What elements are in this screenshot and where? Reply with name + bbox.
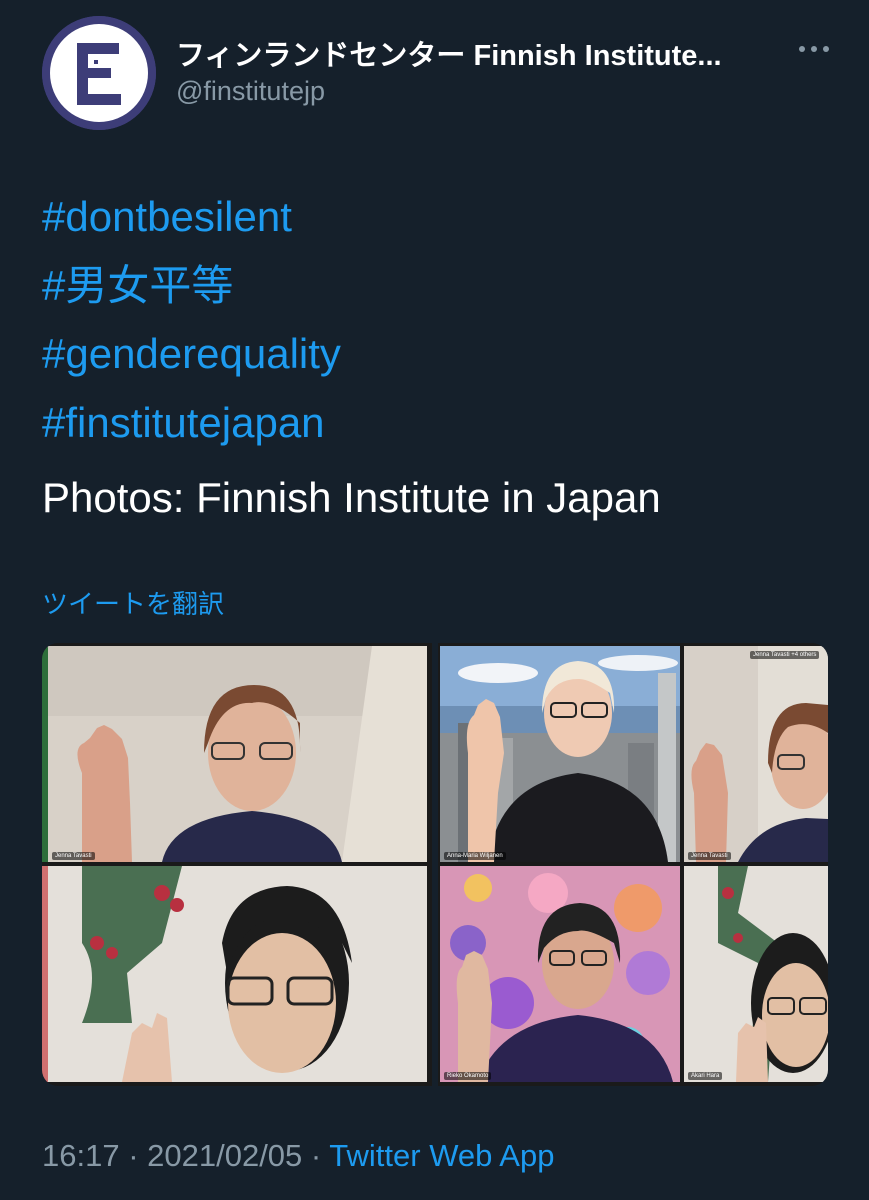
photo-1[interactable]: Jenna Tavasti (42, 643, 432, 1086)
tweet-time[interactable]: 16:17 (42, 1138, 120, 1173)
user-handle[interactable]: @finstitutejp (176, 76, 325, 107)
hashtag-list: #dontbesilent #男女平等 #genderequality #fin… (42, 183, 341, 457)
participant-name-label: Jenna Tavasti (52, 852, 95, 860)
tweet-date[interactable]: 2021/02/05 (147, 1138, 302, 1173)
more-options-button[interactable] (792, 34, 836, 64)
participants-banner: Jenna Tavasti +4 others (750, 651, 820, 659)
hashtag-link[interactable]: #finstitutejapan (42, 389, 341, 458)
hashtag-link[interactable]: #dontbesilent (42, 183, 341, 252)
hashtag-link[interactable]: #genderequality (42, 320, 341, 389)
tweet-meta: 16:17 · 2021/02/05 · Twitter Web App (42, 1138, 554, 1174)
tweet-source-link[interactable]: Twitter Web App (329, 1138, 554, 1173)
hashtag-link[interactable]: #男女平等 (42, 252, 341, 321)
translate-tweet-link[interactable]: ツイートを翻訳 (42, 584, 224, 621)
meta-separator: · (302, 1138, 330, 1173)
photo-2[interactable]: Jenna Tavasti +4 others Anna-Maria Wilja… (438, 643, 828, 1086)
media-grid: Jenna Tavasti Jenna Tavasti +4 others An… (42, 643, 828, 1086)
finnish-institute-logo-icon (42, 16, 156, 130)
avatar[interactable] (42, 16, 156, 130)
video-call-photo-1 (42, 643, 432, 1086)
tweet-caption: Photos: Finnish Institute in Japan (42, 474, 661, 521)
participant-name-label: Rieko Okamoto (444, 1072, 492, 1080)
video-call-photo-2 (438, 643, 828, 1086)
display-name[interactable]: フィンランドセンター Finnish Institute... (176, 32, 722, 74)
participant-name-label: Akari Hara (688, 1072, 723, 1080)
participant-name-label: Jenna Tavasti (688, 852, 731, 860)
more-dots-icon (799, 46, 829, 52)
participant-name-label: Anna-Maria Wiljanen (444, 852, 506, 860)
meta-separator: · (119, 1138, 148, 1173)
